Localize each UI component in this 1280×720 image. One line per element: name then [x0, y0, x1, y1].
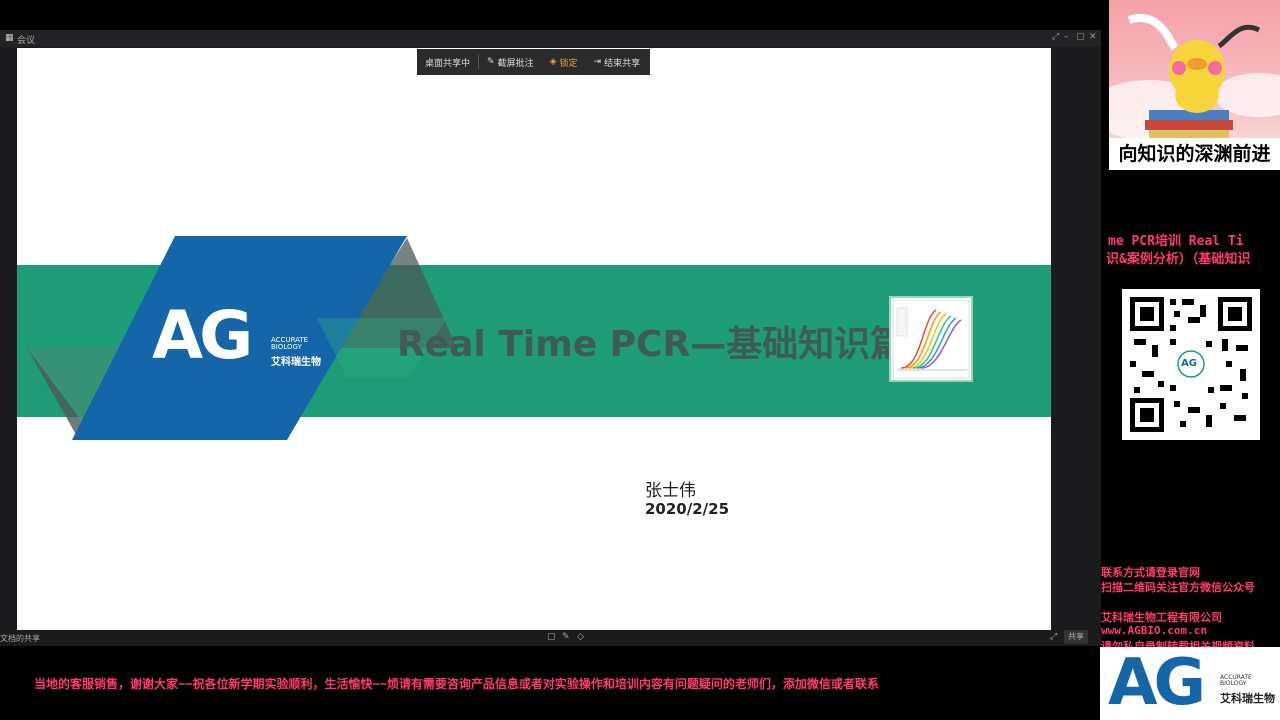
- presenter-name: 张士伟: [645, 481, 696, 501]
- presentation-slide: AG ACCURATE BIOLOGY 艾科瑞生物 Real Time PCR—基…: [17, 48, 1051, 630]
- scrolling-marquee: 当地的客服销售，谢谢大家~~祝各位新学期实验顺利，生活愉快~~烦请有需要咨询产品…: [0, 672, 1100, 696]
- end-share-label: 结束共享: [604, 58, 641, 69]
- footer-logo: AG ACCURATE BIOLOGY 艾科瑞生物: [1100, 647, 1280, 720]
- course-title-line-1: me PCR培训 Real Ti: [1108, 234, 1244, 249]
- qr-center-logo: AG: [1181, 358, 1197, 369]
- amplification-plot-thumbnail: [889, 296, 973, 382]
- bottom-status-text: 文档的共享: [0, 634, 40, 643]
- lock-button[interactable]: ◈ 锁定: [542, 56, 586, 69]
- window-titlebar: ▦ 会议 ⤢ – ▢ ✕: [0, 30, 1101, 47]
- contact-line-1: 联系方式请登录官网: [1101, 566, 1200, 579]
- eraser-icon[interactable]: ◇: [577, 632, 584, 642]
- fullscreen-toggle-icon[interactable]: ⤢: [1050, 632, 1057, 642]
- lock-label: 锁定: [559, 58, 578, 69]
- company-name: 艾科瑞生物工程有限公司: [1101, 611, 1222, 624]
- course-title-line-2: 识&案例分析）（基础知识: [1106, 252, 1251, 267]
- window-title: 会议: [17, 36, 36, 46]
- company-website: www.AGBIO.com.cn: [1101, 624, 1207, 637]
- annotate-button[interactable]: ✎ 截屏批注: [479, 56, 542, 69]
- annotate-label: 截屏批注: [497, 58, 534, 69]
- marquee-text: 当地的客服销售，谢谢大家~~祝各位新学期实验顺利，生活愉快~~烦请有需要咨询产品…: [34, 677, 879, 691]
- slide-title: Real Time PCR—基础知识篇: [397, 324, 907, 365]
- contact-line-2: 扫描二维码关注官方微信公众号: [1101, 581, 1255, 594]
- presentation-date: 2020/2/25: [645, 500, 730, 518]
- screenshot-icon[interactable]: ▢: [547, 632, 556, 642]
- annotate-icon: ✎: [487, 57, 495, 67]
- footer-logo-mark: AG: [1108, 646, 1206, 720]
- exit-icon: ⇥: [593, 57, 602, 67]
- share-window: ▦ 会议 ⤢ – ▢ ✕ AG ACCURATE BIOLOGY 艾科瑞生物 Re…: [0, 30, 1101, 646]
- close-icon[interactable]: ✕: [1089, 32, 1097, 42]
- slide-logo: AG: [152, 297, 253, 374]
- sharing-status: 桌面共享中: [425, 58, 471, 69]
- duck-illustration: [1109, 14, 1280, 140]
- maximize-icon[interactable]: ▢: [1076, 32, 1085, 42]
- share-bottom-bar: 文档的共享 ▢ ✎ ◇ ⤢ 共享: [0, 630, 1101, 646]
- slide-logo-en: ACCURATE BIOLOGY: [271, 336, 309, 351]
- lock-icon: ◈: [549, 57, 557, 67]
- qr-code: AG: [1122, 289, 1260, 440]
- app-grid-icon[interactable]: ▦: [5, 33, 14, 43]
- pen-icon[interactable]: ✎: [562, 632, 570, 642]
- footer-logo-en: ACCURATE BIOLOGY: [1220, 674, 1252, 687]
- cover-image: 向知识的深渊前进: [1109, 0, 1280, 170]
- slide-logo-cn: 艾科瑞生物: [271, 357, 321, 368]
- cover-caption: 向知识的深渊前进: [1109, 138, 1280, 170]
- end-share-button[interactable]: ⇥ 结束共享: [586, 56, 649, 69]
- minimize-icon[interactable]: –: [1064, 32, 1069, 42]
- share-button[interactable]: 共享: [1064, 630, 1088, 644]
- footer-logo-cn: 艾科瑞生物: [1220, 692, 1275, 705]
- fullscreen-icon[interactable]: ⤢: [1052, 32, 1059, 42]
- share-toolbar: 桌面共享中 ✎ 截屏批注 ◈ 锁定 ⇥ 结束共享: [417, 49, 650, 75]
